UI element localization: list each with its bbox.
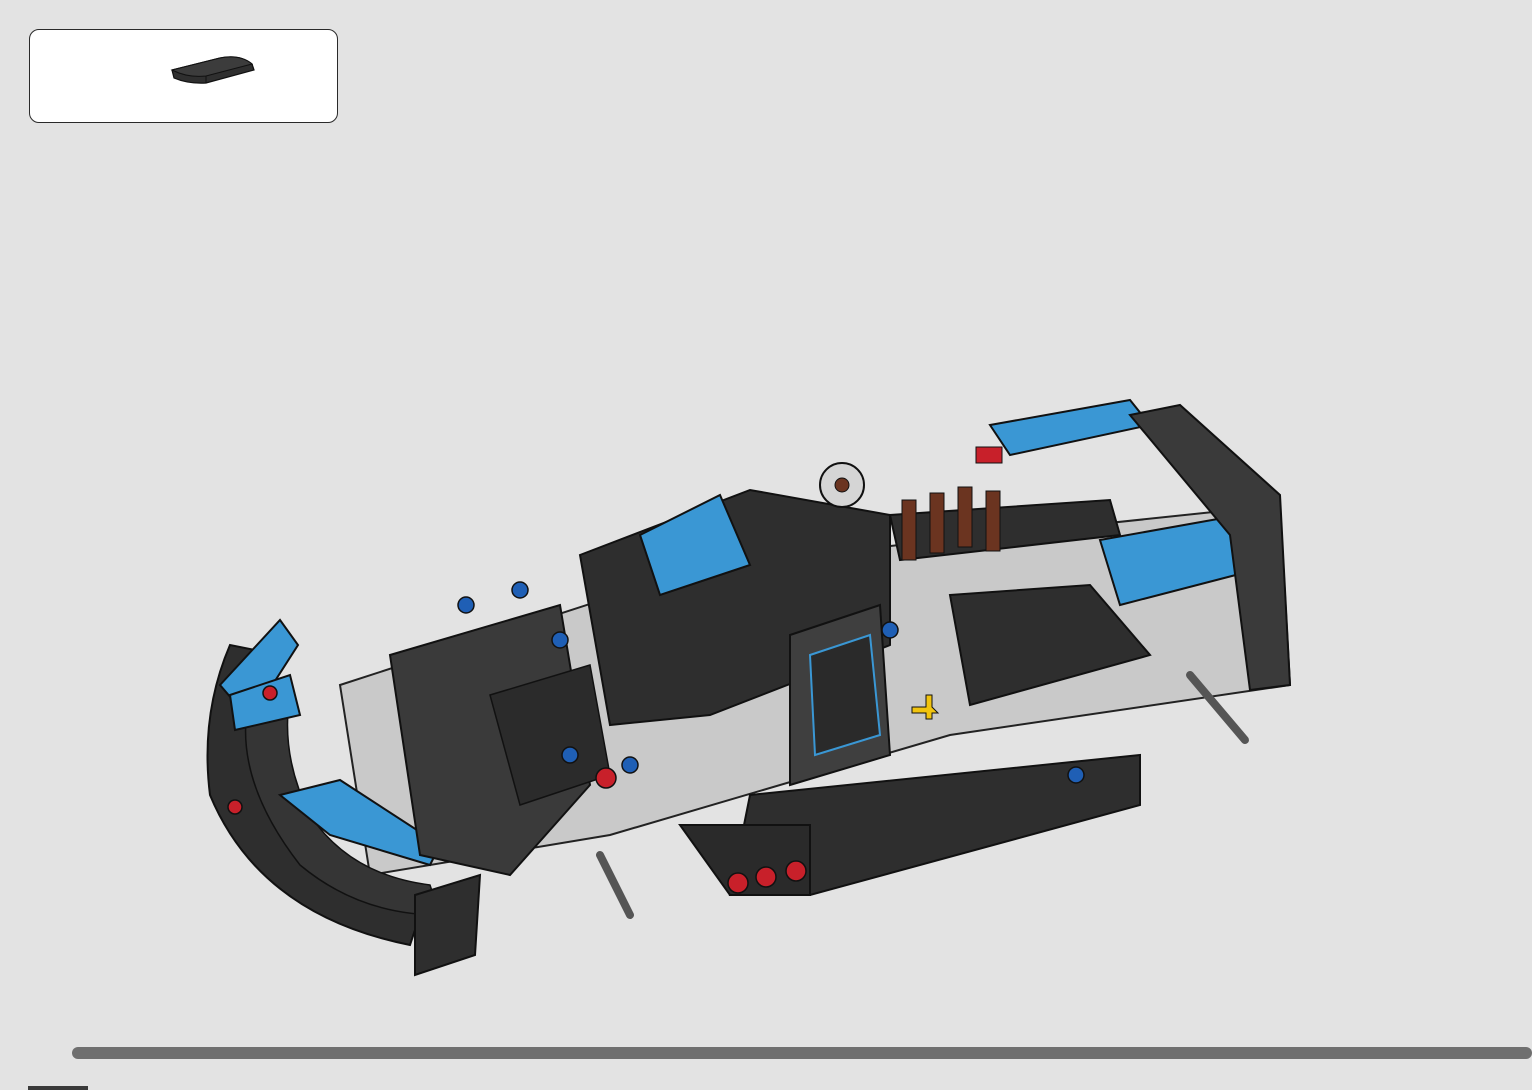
vehicle-chassis-assembly	[190, 395, 1300, 990]
progress-marker	[28, 1086, 88, 1090]
parts-callout-box	[29, 29, 338, 123]
progress-bar	[72, 1047, 1532, 1059]
curved-slope-brick-icon	[170, 56, 255, 84]
instruction-page	[0, 0, 1532, 1090]
vehicle-chassis-assembly-icon	[206, 398, 1292, 977]
